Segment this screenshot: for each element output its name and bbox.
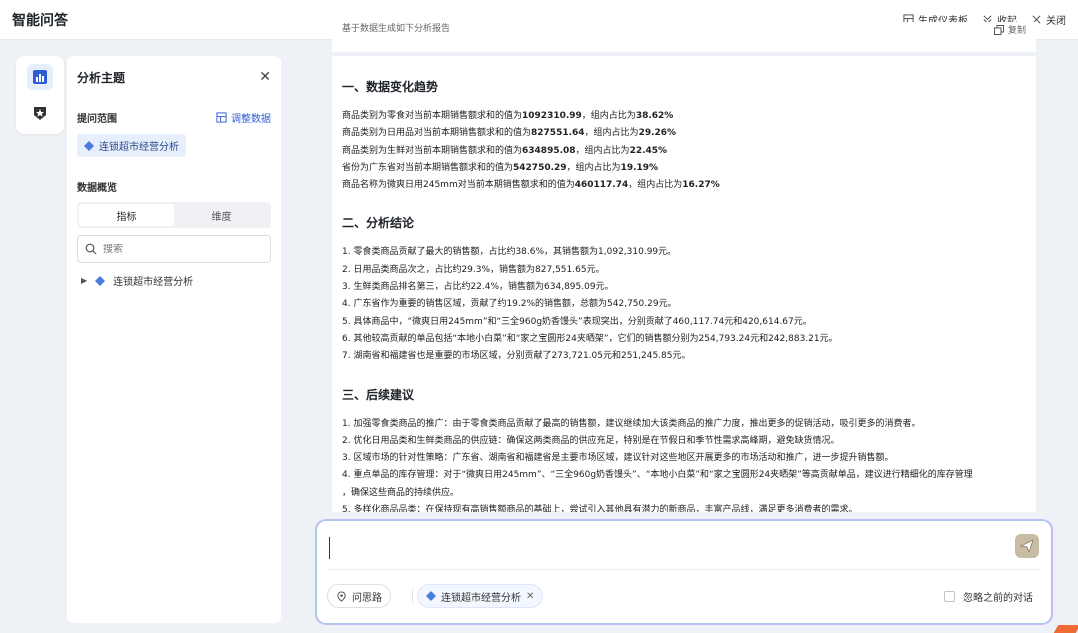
trend-text: ，组内占比为 [566,162,621,173]
panel-title: 分析主题 [77,70,126,85]
search-box [77,235,271,263]
trend-value: 22.45% [629,145,668,156]
section-heading: 二、分析结论 [342,216,415,231]
analysis-topic-panel: 分析主题 ✕ 提问范围 调整数据 连锁超市经营分析 数据概览 指标 维度 ▶ 连… [67,56,281,623]
shield-tab-button[interactable] [27,100,53,126]
ignore-history-label: 忽略之前的对话 [963,593,1033,604]
trend-value: 38.62% [635,111,674,121]
trend-text: ，组内占比为 [581,111,636,121]
ignore-history-checkbox[interactable] [944,591,955,602]
trend-value: 16.27% [682,180,720,191]
shield-star-icon [34,107,46,120]
advice-item: 4. 重点单品的库存管理：对于“微爽日用245mm”、“三全960g奶香馒头”、… [342,470,973,481]
question-input[interactable] [329,537,1009,559]
corner-decoration [1053,625,1078,633]
analysis-report: 一、数据变化趋势 商品类别为零食对当前本期销售额求和的值为1092310.99，… [332,56,1036,512]
panel-close-icon[interactable]: ✕ [259,69,271,85]
chip-separator [412,589,413,603]
advice-item: 2. 优化日用品类和生鲜类商品的供应链：确保这两类商品的供应充足，特别是在节假日… [342,435,840,446]
overview-tabs: 指标 维度 [77,202,271,228]
report-top-strip: 基于数据生成如下分析报告 复制 [332,22,1036,52]
copy-button[interactable]: 复制 [993,23,1026,36]
trend-value: 827551.64 [531,128,585,139]
conclusion-item: 3. 生鲜类商品排名第三，占比约22.4%，销售额为634,895.09元。 [342,282,614,293]
advice-item: 1. 加强零食类商品的推广：由于零食类商品贡献了最高的销售额，建议继续加大该类商… [342,418,921,429]
paper-plane-icon [1020,539,1034,553]
advice-item: 3. 区域市场的针对性策略：广东省、湖南省和福建省是主要市场区域，建议针对这些地… [342,453,894,464]
tab-dimensions[interactable]: 维度 [174,204,269,226]
adjust-icon [216,112,227,123]
cube-icon [84,140,94,151]
advice-item: ，确保这些商品的持续供应。 [342,487,460,498]
tree-item-label: 连锁超市经营分析 [113,277,194,288]
overview-label: 数据概览 [77,183,117,194]
scope-chip-label: 连锁超市经营分析 [99,142,179,153]
close-label: 关闭 [1046,16,1066,27]
conclusion-item: 1. 零食类商品贡献了最大的销售额，占比约38.6%，其销售额为1,092,31… [342,247,677,258]
search-icon [85,243,97,255]
conclusion-item: 2. 日用品类商品次之，占比约29.3%，销售额为827,551.65元。 [342,264,605,275]
cube-icon [426,591,436,601]
trend-line: 省份为广东省对当前本期销售额求和的值为542750.29，组内占比为19.19% [342,160,1026,177]
thought-button-label: 问思路 [352,592,382,604]
close-button[interactable]: 关闭 [1031,12,1066,27]
report-intro-text: 基于数据生成如下分析报告 [342,24,451,34]
scope-chip[interactable]: 连锁超市经营分析 [77,134,186,157]
search-input[interactable] [103,243,263,255]
scope-label: 提问范围 [77,114,117,125]
adjust-data-button[interactable]: 调整数据 [216,110,271,125]
chart-tab-button[interactable] [27,64,53,90]
trend-value: 29.26% [638,128,677,139]
copy-icon [993,24,1004,35]
section-heading: 一、数据变化趋势 [342,80,439,94]
composer-scope-label: 连锁超市经营分析 [441,592,521,604]
trend-line: 商品名称为微爽日用245mm对当前本期销售额求和的值为460117.74，组内占… [342,177,1026,194]
conclusion-item: 4. 广东省作为重要的销售区域，贡献了约19.2%的销售额，总额为542,750… [342,299,677,310]
trend-value: 634895.08 [522,145,576,156]
conclusion-item: 6. 其他较高贡献的单品包括“本地小白菜”和“家之宝圆形24夹晒架”，它们的销售… [342,333,838,344]
trend-value: 542750.29 [513,162,567,173]
thought-button[interactable]: 问思路 [327,584,391,608]
trend-text: 商品名称为微爽日用245mm对当前本期销售额求和的值为 [342,180,575,191]
tree-item[interactable]: ▶ 连锁超市经营分析 [77,273,271,288]
panel-header: 分析主题 ✕ [77,66,271,88]
chart-icon [33,70,47,84]
advice-item: 5. 多样化商品品类：在保持现有高销售额商品的基础上，尝试引入其他具有潜力的新商… [342,505,858,512]
trend-line: 商品类别为生鲜对当前本期销售额求和的值为634895.08，组内占比为22.45… [342,143,1026,160]
scope-row: 提问范围 调整数据 [77,110,271,125]
expand-triangle-icon[interactable]: ▶ [81,276,87,285]
tab-metrics[interactable]: 指标 [79,204,174,226]
copy-label: 复制 [1007,26,1026,36]
trend-text: 省份为广东省对当前本期销售额求和的值为 [342,162,514,173]
trend-value: 460117.74 [574,180,629,191]
lightbulb-pin-icon [337,590,346,602]
trend-value: 1092310.99 [522,111,582,121]
composer-scope-chip[interactable]: 连锁超市经营分析 ✕ [417,584,544,608]
trend-text: ，组内占比为 [584,128,639,139]
trend-lines: 商品类别为零食对当前本期销售额求和的值为1092310.99，组内占比为38.6… [342,108,1026,194]
question-composer: 问思路 连锁超市经营分析 ✕ 忽略之前的对话 [316,520,1052,624]
conclusion-list: 1. 零食类商品贡献了最大的销售额，占比约38.6%，其销售额为1,092,31… [342,244,1026,365]
cube-icon [95,275,106,286]
trend-line: 商品类别为日用品对当前本期销售额求和的值为827551.64，组内占比为29.2… [342,125,1026,142]
advice-list: 1. 加强零食类商品的推广：由于零食类商品贡献了最高的销售额，建议继续加大该类商… [342,416,1026,512]
trend-text: 商品类别为日用品对当前本期销售额求和的值为 [342,128,532,139]
trend-text: ，组内占比为 [628,180,683,191]
trend-text: 商品类别为零食对当前本期销售额求和的值为 [342,111,523,121]
page-title: 智能问答 [12,12,68,29]
conclusion-item: 5. 具体商品中，“微爽日用245mm”和“三全960g奶香馒头”表现突出，分别… [342,316,812,327]
trend-value: 19.19% [620,162,659,173]
section-heading: 三、后续建议 [342,387,415,402]
trend-text: 商品类别为生鲜对当前本期销售额求和的值为 [342,145,523,156]
send-button[interactable] [1015,534,1039,558]
trend-text: ，组内占比为 [575,145,630,156]
remove-chip-icon[interactable]: ✕ [526,591,534,602]
composer-divider [327,569,1041,570]
icon-rail [16,56,64,134]
conclusion-item: 7. 湖南省和福建省也是重要的市场区域，分别贡献了273,721.05元和251… [342,351,691,362]
ignore-history-option[interactable]: 忽略之前的对话 [944,589,1033,604]
trend-line: 商品类别为零食对当前本期销售额求和的值为1092310.99，组内占比为38.6… [342,108,1026,125]
adjust-data-label: 调整数据 [231,114,271,125]
